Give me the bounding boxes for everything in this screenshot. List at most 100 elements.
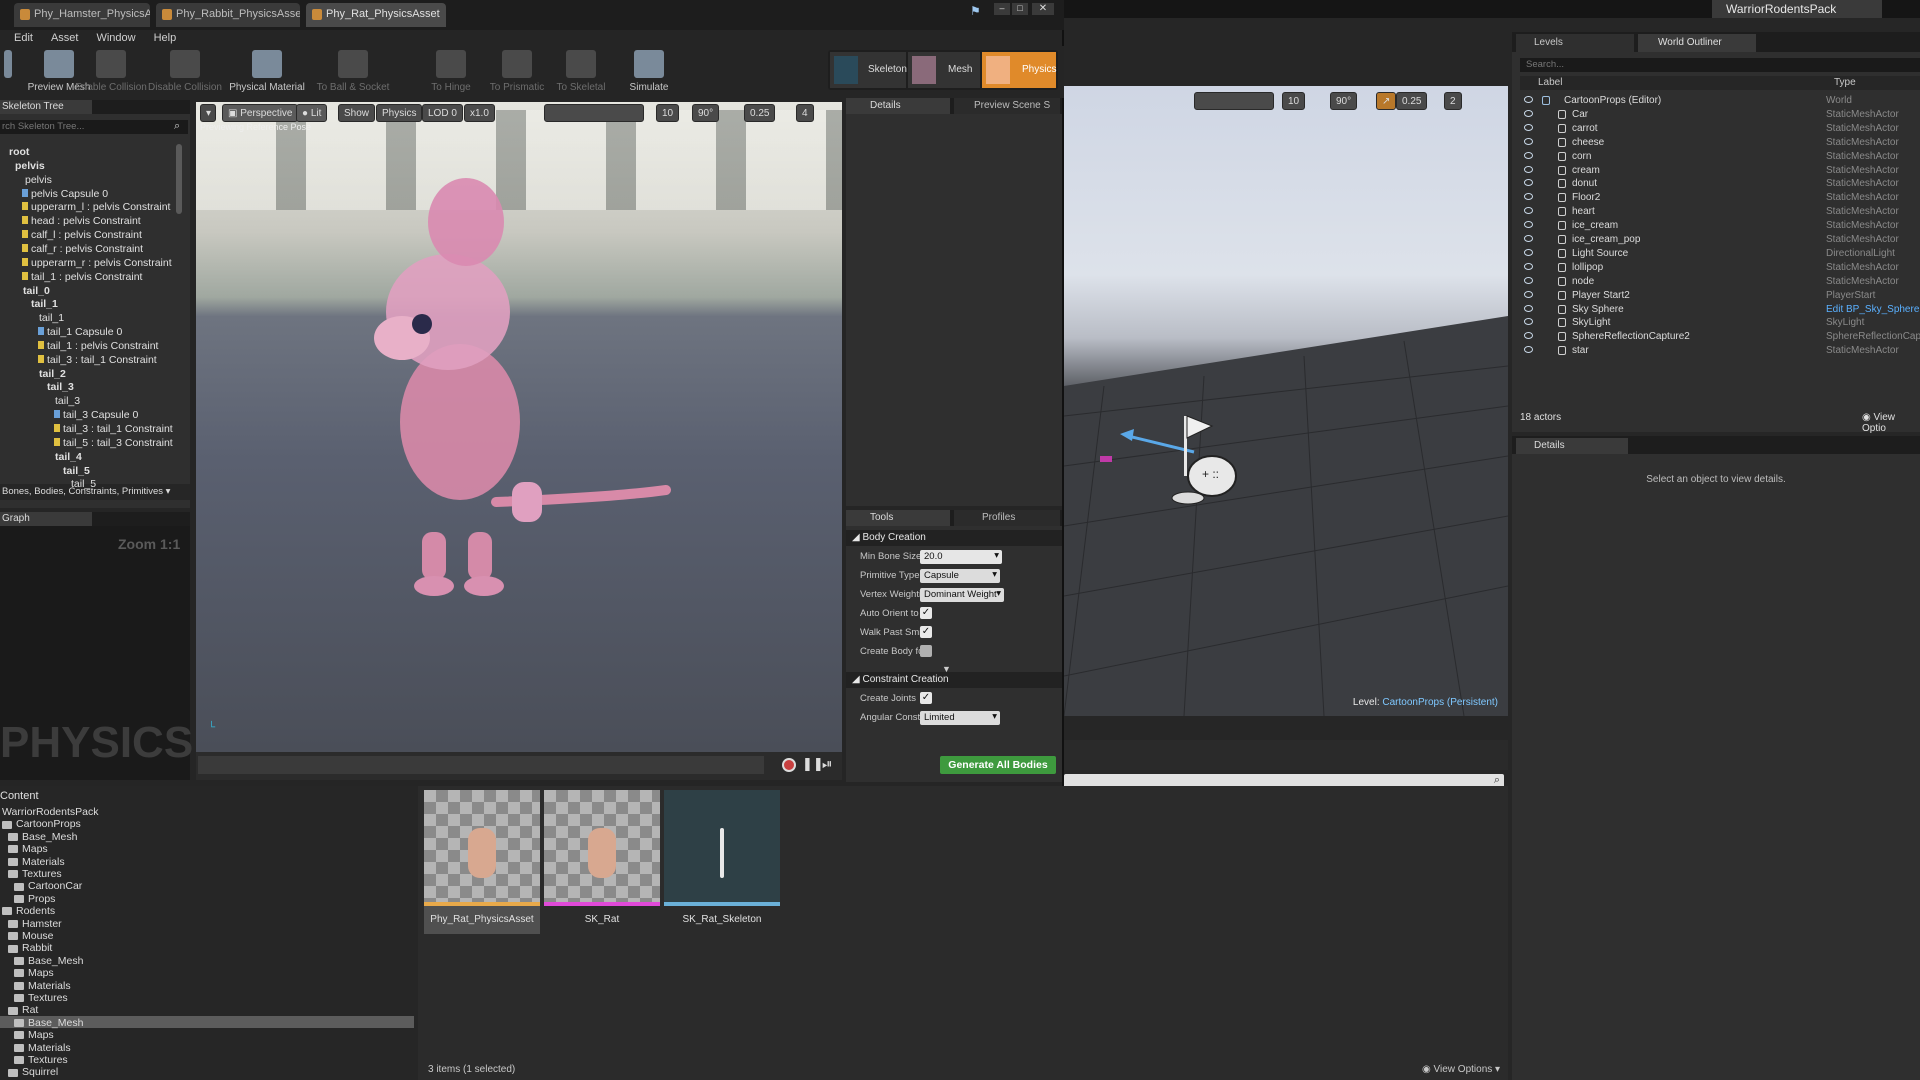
toolbar-button-to-ball-socket[interactable]: To Ball & Socket xyxy=(314,46,392,96)
folder-item[interactable]: Maps xyxy=(14,967,54,979)
visibility-eye-icon[interactable] xyxy=(1524,137,1533,145)
outliner-row[interactable]: lollipop StaticMeshActor xyxy=(1516,262,1920,276)
outliner-row[interactable]: SkyLight SkyLight xyxy=(1516,317,1920,331)
toolbar-button-enable-collision[interactable]: Enable Collision xyxy=(72,46,150,96)
folder-item[interactable]: Rat xyxy=(8,1004,38,1016)
perspective-button[interactable]: ▣ Perspective xyxy=(222,104,299,122)
menu-window[interactable]: Window xyxy=(96,32,135,44)
mode-skeleton[interactable]: Skeleton xyxy=(830,52,907,88)
camera-speed-value[interactable]: 2 xyxy=(1444,92,1462,110)
folder-item[interactable]: CartoonProps xyxy=(2,818,81,830)
menu-edit[interactable]: Edit xyxy=(14,32,33,44)
folder-item[interactable]: Materials xyxy=(14,1042,71,1054)
folder-item[interactable]: Textures xyxy=(14,1054,68,1066)
lit-button[interactable]: ● Lit xyxy=(296,104,328,122)
visibility-eye-icon[interactable] xyxy=(1524,179,1533,187)
tab-details-main[interactable]: Details xyxy=(1516,438,1628,454)
tree-item[interactable]: tail_1 : pelvis Constraint xyxy=(22,271,142,283)
outliner-row[interactable]: SphereReflectionCapture2 SphereReflection… xyxy=(1516,331,1920,345)
folder-item[interactable]: Rodents xyxy=(2,905,55,917)
folder-item[interactable]: Textures xyxy=(14,992,68,1004)
tree-item[interactable]: tail_5 xyxy=(62,478,96,490)
toolbar-button-disable-collision[interactable]: Disable Collision xyxy=(146,46,224,96)
section-constraint-creation[interactable]: ◢ Constraint Creation xyxy=(846,672,1062,688)
visibility-eye-icon[interactable] xyxy=(1524,276,1533,284)
property-checkbox[interactable]: ✓ xyxy=(920,626,932,638)
tab-profiles[interactable]: Profiles xyxy=(954,510,1060,526)
visibility-eye-icon[interactable] xyxy=(1524,207,1533,215)
outliner-row[interactable]: donut StaticMeshActor xyxy=(1516,178,1920,192)
tab-preview-scene[interactable]: Preview Scene S xyxy=(954,98,1060,114)
asset-view-options[interactable]: ◉ View Options ▾ xyxy=(1422,1064,1500,1075)
visibility-eye-icon[interactable] xyxy=(1524,262,1533,270)
property-checkbox[interactable] xyxy=(920,645,932,657)
folder-item[interactable]: WarriorRodentsPack xyxy=(2,806,98,818)
folder-item[interactable]: Materials xyxy=(14,980,71,992)
doc-tab-hamster[interactable]: Phy_Hamster_PhysicsAss xyxy=(14,3,150,27)
property-number-input[interactable]: 20.0 xyxy=(920,550,1002,564)
visibility-eye-icon[interactable] xyxy=(1524,248,1533,256)
visibility-eye-icon[interactable] xyxy=(1524,96,1533,103)
outliner-row[interactable]: heart StaticMeshActor xyxy=(1516,206,1920,220)
viewport-options-button[interactable]: ▾ xyxy=(200,104,216,122)
outliner-row[interactable]: Player Start2 PlayerStart xyxy=(1516,290,1920,304)
tree-item[interactable]: tail_3 xyxy=(38,381,74,393)
tab-skeleton-tree[interactable]: Skeleton Tree xyxy=(0,100,92,114)
scale-snap-icon[interactable]: ↗ xyxy=(1376,92,1397,110)
camera-speed-value[interactable]: 4 xyxy=(796,104,814,122)
tree-item[interactable]: calf_r : pelvis Constraint xyxy=(22,243,143,255)
lod-button[interactable]: LOD 0 xyxy=(422,104,463,122)
tree-item[interactable]: root xyxy=(0,146,29,158)
folder-item[interactable]: Maps xyxy=(8,843,48,855)
expand-more-icon[interactable]: ▼ xyxy=(942,664,951,674)
property-dropdown[interactable]: Capsule xyxy=(920,569,1000,583)
timeline-scrubber[interactable] xyxy=(198,756,764,774)
playback-speed-button[interactable]: x1.0 xyxy=(464,104,495,122)
tree-item[interactable]: tail_3 : tail_1 Constraint xyxy=(38,354,157,366)
actor-type[interactable]: Edit BP_Sky_Sphere xyxy=(1826,304,1919,315)
folder-item[interactable]: Materials xyxy=(8,856,65,868)
tree-item[interactable]: tail_1 : pelvis Constraint xyxy=(38,340,158,352)
visibility-eye-icon[interactable] xyxy=(1524,109,1533,117)
tree-item[interactable]: tail_3 xyxy=(46,395,80,407)
tree-item[interactable]: head : pelvis Constraint xyxy=(22,215,141,227)
folder-item[interactable]: Rabbit xyxy=(8,942,52,954)
preview-viewport[interactable]: Previewing Reference Pose └ xyxy=(196,102,842,752)
tree-item[interactable]: tail_4 xyxy=(46,451,82,463)
folder-item[interactable]: Base_Mesh xyxy=(14,1017,83,1029)
property-dropdown[interactable]: Limited xyxy=(920,711,1000,725)
tree-item[interactable]: calf_l : pelvis Constraint xyxy=(22,229,142,241)
tree-item[interactable]: tail_1 Capsule 0 xyxy=(38,326,122,338)
visibility-eye-icon[interactable] xyxy=(1524,290,1533,298)
menu-help[interactable]: Help xyxy=(154,32,177,44)
outliner-row[interactable]: CartoonProps (Editor) World xyxy=(1516,95,1920,109)
asset-tile[interactable]: Phy_Rat_PhysicsAsset xyxy=(424,790,540,934)
tree-item[interactable]: pelvis Capsule 0 xyxy=(22,188,108,200)
folder-item[interactable]: Squirrel xyxy=(8,1066,58,1078)
tab-graph[interactable]: Graph xyxy=(0,512,92,526)
toolbar-button-physical-material[interactable]: Physical Material xyxy=(228,46,306,96)
maximize-button[interactable]: □ xyxy=(1012,3,1028,15)
outliner-row[interactable]: Car StaticMeshActor xyxy=(1516,109,1920,123)
visibility-eye-icon[interactable] xyxy=(1524,193,1533,201)
outliner-view-options[interactable]: ◉ View Optio xyxy=(1862,412,1920,434)
tree-item[interactable]: tail_3 Capsule 0 xyxy=(54,409,138,421)
column-label[interactable]: Label xyxy=(1538,77,1562,88)
tab-world-outliner[interactable]: World Outliner xyxy=(1638,34,1756,52)
outliner-row[interactable]: cheese StaticMeshActor xyxy=(1516,137,1920,151)
tree-item[interactable]: tail_5 xyxy=(54,465,90,477)
grid-snap-value[interactable]: 10 xyxy=(1282,92,1306,110)
toolbar-button-to-skeletal[interactable]: To Skeletal xyxy=(542,46,620,96)
section-body-creation[interactable]: ◢ Body Creation xyxy=(846,530,1062,546)
property-dropdown[interactable]: Dominant Weight xyxy=(920,588,1004,602)
outliner-row[interactable]: Light Source DirectionalLight xyxy=(1516,248,1920,262)
folder-item[interactable]: Textures xyxy=(8,868,62,880)
record-button[interactable] xyxy=(782,758,796,772)
tree-item[interactable]: tail_0 xyxy=(14,285,50,297)
scale-snap-value[interactable]: 0.25 xyxy=(744,104,776,122)
outliner-row[interactable]: ice_cream_pop StaticMeshActor xyxy=(1516,234,1920,248)
folder-item[interactable]: Base_Mesh xyxy=(14,955,83,967)
property-checkbox[interactable]: ✓ xyxy=(920,607,932,619)
visibility-eye-icon[interactable] xyxy=(1524,332,1533,340)
visibility-eye-icon[interactable] xyxy=(1524,346,1533,354)
